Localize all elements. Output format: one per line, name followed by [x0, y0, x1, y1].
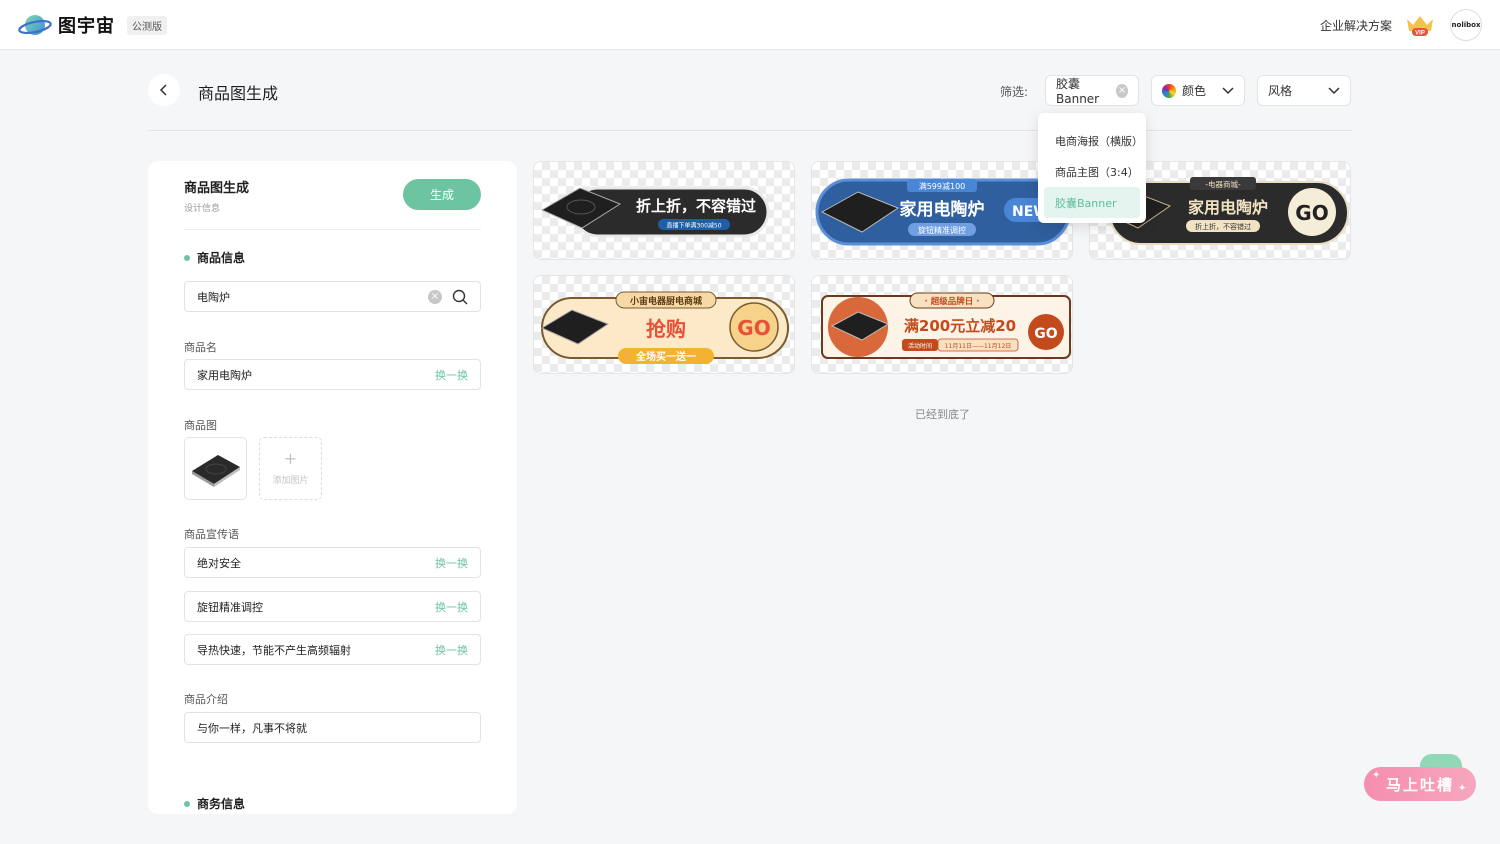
banner-sub: 旋钮精准调控: [918, 225, 966, 235]
vip-crown-icon[interactable]: VIP: [1404, 13, 1436, 37]
vip-label: VIP: [1415, 31, 1425, 37]
chevron-down-icon: [1222, 86, 1234, 94]
product-image-thumbnail[interactable]: [184, 437, 247, 500]
form-panel: 商品图生成 设计信息 生成 商品信息 电陶炉 × 商品名 家用电陶炉 换一换 商…: [148, 161, 517, 814]
generate-button[interactable]: 生成: [403, 179, 481, 210]
banner-date-range: 11月11日——11月12日: [945, 343, 1012, 350]
filter-label: 筛选:: [1000, 85, 1029, 99]
banner-tag: 直播下单满300减50: [666, 222, 721, 230]
banner-card-5[interactable]: · 超级品牌日 · 满200元立减20 活动时间 11月11日——11月12日 …: [811, 275, 1073, 374]
dropdown-option-poster[interactable]: 电商海报（横版）: [1044, 125, 1143, 156]
swap-button[interactable]: 换一换: [435, 555, 468, 571]
type-dropdown-menu: 电商海报（横版） 商品主图（3:4） 胶囊Banner: [1038, 113, 1146, 223]
avatar[interactable]: nolibox: [1450, 9, 1482, 41]
style-filter-select[interactable]: 风格: [1257, 75, 1351, 106]
sparkle-icon: ✦: [1458, 783, 1467, 794]
swap-button[interactable]: 换一换: [435, 599, 468, 615]
product-info-label: 商品信息: [197, 251, 246, 265]
banner-cta: GO: [737, 316, 770, 340]
logo-text: 图宇宙: [58, 16, 115, 37]
sparkle-icon: ✦: [1372, 770, 1381, 781]
banner-card-2[interactable]: 满599减100 家用电陶炉 旋钮精准调控 NEW: [811, 161, 1073, 260]
color-filter-label: 颜色: [1182, 84, 1207, 98]
beta-tag: 公测版: [127, 15, 167, 35]
banner-top: · 超级品牌日 ·: [925, 296, 980, 307]
type-filter-select[interactable]: 胶囊Banner ×: [1045, 75, 1139, 106]
plus-icon: +: [283, 449, 298, 468]
panel-divider: [184, 229, 481, 230]
clear-icon[interactable]: ×: [1116, 83, 1128, 98]
banner-headline: 家用电陶炉: [900, 199, 985, 220]
business-info-label: 商务信息: [197, 797, 246, 811]
back-button[interactable]: [148, 74, 180, 106]
section-dot: [184, 254, 190, 261]
planet-logo-icon: [18, 11, 52, 39]
slogan-field-2[interactable]: 旋钮精准调控 换一换: [184, 591, 481, 622]
banner-sub: 全场买一送一: [635, 350, 696, 363]
type-filter-value: 胶囊Banner: [1056, 77, 1100, 106]
dropdown-option-capsule-banner[interactable]: 胶囊Banner: [1044, 187, 1140, 218]
slogan-value: 导热快速，节能不产生高频辐射: [197, 643, 351, 657]
slogan-value: 旋钮精准调控: [197, 600, 263, 614]
product-name-label: 商品名: [184, 341, 217, 354]
dropdown-option-main-image[interactable]: 商品主图（3:4）: [1044, 156, 1140, 187]
banner-headline: 折上折，不容错过: [636, 197, 756, 215]
product-search-input[interactable]: 电陶炉 ×: [184, 281, 481, 312]
banner-headline: 家用电陶炉: [1188, 198, 1268, 217]
top-nav: 图宇宙 公测版 企业解决方案 VIP nolibox: [0, 0, 1500, 50]
enterprise-solutions-link[interactable]: 企业解决方案: [1320, 17, 1392, 34]
panel-subtitle: 设计信息: [184, 204, 221, 214]
product-search-value: 电陶炉: [197, 290, 230, 304]
color-wheel-icon: [1162, 83, 1176, 98]
product-info-heading: 商品信息: [184, 249, 245, 266]
product-name-field[interactable]: 家用电陶炉 换一换: [184, 359, 481, 390]
slogan-field-1[interactable]: 绝对安全 换一换: [184, 547, 481, 578]
banner-cta: GO: [1034, 326, 1057, 342]
swap-button[interactable]: 换一换: [435, 367, 468, 383]
banner-card-1[interactable]: 折上折，不容错过 直播下单满300减50: [533, 161, 795, 260]
add-image-button[interactable]: + 添加图片: [259, 437, 322, 500]
end-of-list-text: 已经到底了: [915, 408, 970, 421]
feedback-label: 马上吐槽: [1385, 775, 1454, 794]
swap-button[interactable]: 换一换: [435, 642, 468, 658]
banner-top: -电器商城-: [1205, 179, 1241, 189]
banner-preview: · 超级品牌日 · 满200元立减20 活动时间 11月11日——11月12日 …: [821, 292, 1071, 359]
page-title: 商品图生成: [198, 84, 279, 103]
business-info-heading: 商务信息: [184, 795, 245, 812]
panel-title: 商品图生成: [184, 181, 250, 196]
section-dot: [184, 800, 190, 807]
header-divider: [148, 130, 1352, 131]
induction-cooker-image: [191, 454, 240, 487]
chevron-down-icon: [1328, 86, 1340, 94]
logo[interactable]: 图宇宙 公测版: [18, 11, 167, 39]
banner-sub: 折上折，不容错过: [1195, 222, 1251, 231]
banner-badge: 满599减100: [919, 181, 966, 191]
banner-date-tag: 活动时间: [908, 342, 932, 350]
chevron-left-icon: [159, 84, 167, 96]
banner-preview: 折上折，不容错过 直播下单满300减50: [540, 186, 770, 238]
banner-preview: 满599减100 家用电陶炉 旋钮精准调控 NEW: [815, 178, 1071, 246]
banner-headline: 满200元立减20: [904, 317, 1016, 335]
slogan-value: 绝对安全: [197, 556, 241, 570]
slogan-label: 商品宣传语: [184, 528, 239, 541]
banner-top: 小宙电器厨电商城: [629, 295, 702, 307]
banner-card-4[interactable]: 小宙电器厨电商城 抢购 全场买一送一 GO: [533, 275, 795, 374]
intro-label: 商品介绍: [184, 693, 228, 706]
add-image-label: 添加图片: [272, 476, 309, 486]
intro-field[interactable]: 与你一样，凡事不将就: [184, 712, 481, 743]
banner-cta: GO: [1295, 201, 1328, 225]
banner-preview: 小宙电器厨电商城 抢购 全场买一送一 GO: [540, 291, 789, 364]
color-filter-select[interactable]: 颜色: [1151, 75, 1245, 106]
product-name-value: 家用电陶炉: [197, 368, 252, 382]
product-image-label: 商品图: [184, 419, 217, 432]
clear-icon[interactable]: ×: [428, 289, 442, 304]
banner-headline: 抢购: [646, 317, 686, 341]
slogan-field-3[interactable]: 导热快速，节能不产生高频辐射 换一换: [184, 634, 481, 665]
intro-value: 与你一样，凡事不将就: [197, 721, 307, 735]
search-icon[interactable]: [452, 289, 468, 305]
style-filter-label: 风格: [1268, 84, 1293, 98]
